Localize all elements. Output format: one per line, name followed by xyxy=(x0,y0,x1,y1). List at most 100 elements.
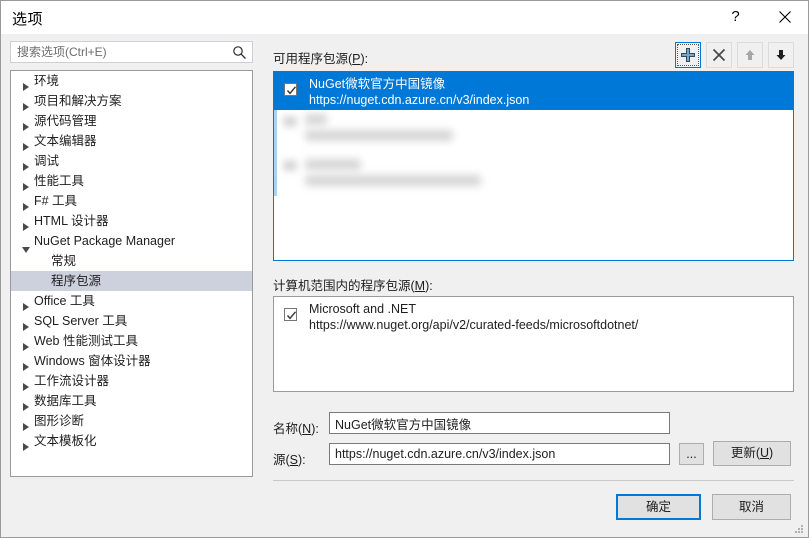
chevron-right-icon[interactable] xyxy=(17,71,34,91)
expander-arrow xyxy=(22,363,29,371)
resize-grip[interactable] xyxy=(793,523,805,535)
chevron-right-icon[interactable] xyxy=(17,391,34,411)
tree-item-label: 程序包源 xyxy=(51,274,102,288)
package-source-row[interactable]: Microsoft and .NET https://www.nuget.org/… xyxy=(274,297,793,335)
source-field-label: 源(S): xyxy=(273,453,306,467)
browse-button[interactable]: ... xyxy=(679,443,704,465)
expander-arrow xyxy=(22,143,29,151)
machine-sources-list[interactable]: Microsoft and .NET https://www.nuget.org/… xyxy=(273,296,794,392)
source-name: Microsoft and .NET xyxy=(309,302,416,316)
tree-item-label: F# 工具 xyxy=(34,194,78,208)
help-button[interactable]: ? xyxy=(714,1,757,32)
tree-item[interactable]: 常规 xyxy=(11,251,252,271)
source-field[interactable] xyxy=(329,443,670,465)
tree-item[interactable]: Windows 窗体设计器 xyxy=(11,351,252,371)
tree-item[interactable]: NuGet Package Manager xyxy=(11,231,252,253)
redacted-checkbox xyxy=(283,116,297,127)
close-button[interactable] xyxy=(763,1,806,32)
remove-source-button[interactable] xyxy=(706,42,732,68)
move-down-button[interactable] xyxy=(768,42,794,68)
tree-item[interactable]: HTML 设计器 xyxy=(11,211,252,231)
chevron-down-icon[interactable] xyxy=(17,231,34,253)
chevron-right-icon[interactable] xyxy=(17,91,34,111)
tree-item[interactable]: SQL Server 工具 xyxy=(11,311,252,331)
chevron-right-icon[interactable] xyxy=(17,291,34,311)
add-source-button[interactable] xyxy=(675,42,701,68)
tree-item-label: SQL Server 工具 xyxy=(34,314,128,328)
update-button[interactable]: 更新(U) xyxy=(713,441,791,466)
chevron-right-icon[interactable] xyxy=(17,331,34,351)
chevron-right-icon[interactable] xyxy=(17,371,34,391)
package-source-row[interactable] xyxy=(274,153,793,196)
tree-item[interactable]: 源代码管理 xyxy=(11,111,252,131)
x-icon xyxy=(712,48,726,62)
arrow-down-icon xyxy=(776,50,786,60)
tree-item[interactable]: 程序包源 xyxy=(11,271,252,291)
tree-item[interactable]: 工作流设计器 xyxy=(11,371,252,391)
tree-item-label: HTML 设计器 xyxy=(34,214,109,228)
redacted-source-name xyxy=(305,114,327,125)
tree-item[interactable]: 调试 xyxy=(11,151,252,171)
expander-arrow xyxy=(22,403,29,411)
expander-arrow xyxy=(22,203,29,211)
move-up-button[interactable] xyxy=(737,42,763,68)
tree-item[interactable]: 项目和解决方案 xyxy=(11,91,252,111)
redacted-source-name xyxy=(305,159,361,170)
chevron-right-icon[interactable] xyxy=(17,111,34,131)
tree-item[interactable]: Office 工具 xyxy=(11,291,252,311)
options-category-tree[interactable]: 环境项目和解决方案 源代码管理文本编辑器调试性能工具 F# 工具 HTML 设计器 Nu… xyxy=(10,70,253,477)
tree-item[interactable]: 环境 xyxy=(11,71,252,91)
tree-item[interactable]: Web 性能测试工具 xyxy=(11,331,252,351)
tree-item-label: Windows 窗体设计器 xyxy=(34,354,151,368)
chevron-right-icon[interactable] xyxy=(17,431,34,451)
source-enabled-checkbox[interactable] xyxy=(284,308,297,321)
footer-separator xyxy=(273,480,794,481)
chevron-right-icon[interactable] xyxy=(17,411,34,431)
expander-arrow xyxy=(22,83,29,91)
available-sources-list[interactable]: NuGet微软官方中国镜像 https://nuget.cdn.azure.cn/… xyxy=(273,71,794,261)
tree-item-label: 调试 xyxy=(34,154,60,168)
tree-item-label: 源代码管理 xyxy=(34,114,97,128)
name-field-label: 名称(N): xyxy=(273,422,319,436)
tree-item[interactable]: 图形诊断 xyxy=(11,411,252,431)
tree-item[interactable]: 性能工具 xyxy=(11,171,252,191)
tree-item[interactable]: 数据库工具 xyxy=(11,391,252,411)
expander-arrow xyxy=(22,163,29,171)
chevron-right-icon[interactable] xyxy=(17,211,34,231)
package-source-row[interactable]: NuGet微软官方中国镜像 https://nuget.cdn.azure.cn/… xyxy=(274,72,793,110)
tree-item-label: 常规 xyxy=(51,254,77,268)
source-url: https://www.nuget.org/api/v2/curated-fee… xyxy=(309,318,639,332)
name-field[interactable] xyxy=(329,412,670,434)
chevron-right-icon[interactable] xyxy=(17,151,34,171)
question-mark-icon: ? xyxy=(731,8,740,25)
tree-item[interactable]: 文本编辑器 xyxy=(11,131,252,151)
chevron-right-icon[interactable] xyxy=(17,311,34,331)
plus-icon xyxy=(681,48,695,62)
expander-arrow xyxy=(22,323,29,331)
chevron-right-icon[interactable] xyxy=(17,191,34,211)
tree-item-label: Web 性能测试工具 xyxy=(34,334,138,348)
tree-item-label: 文本编辑器 xyxy=(34,134,97,148)
search-icon[interactable] xyxy=(232,45,247,60)
redacted-source-url xyxy=(305,130,453,141)
cancel-button[interactable]: 取消 xyxy=(712,494,791,520)
available-sources-label: 可用程序包源(P): xyxy=(273,52,369,66)
expander-arrow xyxy=(22,123,29,131)
tree-item-label: 数据库工具 xyxy=(34,394,97,408)
chevron-right-icon[interactable] xyxy=(17,351,34,371)
checkmark-icon xyxy=(286,86,297,95)
chevron-right-icon[interactable] xyxy=(17,131,34,151)
arrow-up-icon xyxy=(745,50,755,60)
search-box[interactable] xyxy=(10,41,253,63)
tree-item-label: NuGet Package Manager xyxy=(34,234,176,248)
ok-button[interactable]: 确定 xyxy=(616,494,701,520)
chevron-right-icon[interactable] xyxy=(17,171,34,191)
tree-item[interactable]: 文本模板化 xyxy=(11,431,252,451)
tree-item-label: 图形诊断 xyxy=(34,414,85,428)
source-enabled-checkbox[interactable] xyxy=(284,83,297,96)
search-input[interactable] xyxy=(17,45,222,59)
tree-item[interactable]: F# 工具 xyxy=(11,191,252,211)
tree-item-label: 项目和解决方案 xyxy=(34,94,122,108)
package-source-row[interactable] xyxy=(274,110,793,153)
tree-item-label: 环境 xyxy=(34,74,60,88)
